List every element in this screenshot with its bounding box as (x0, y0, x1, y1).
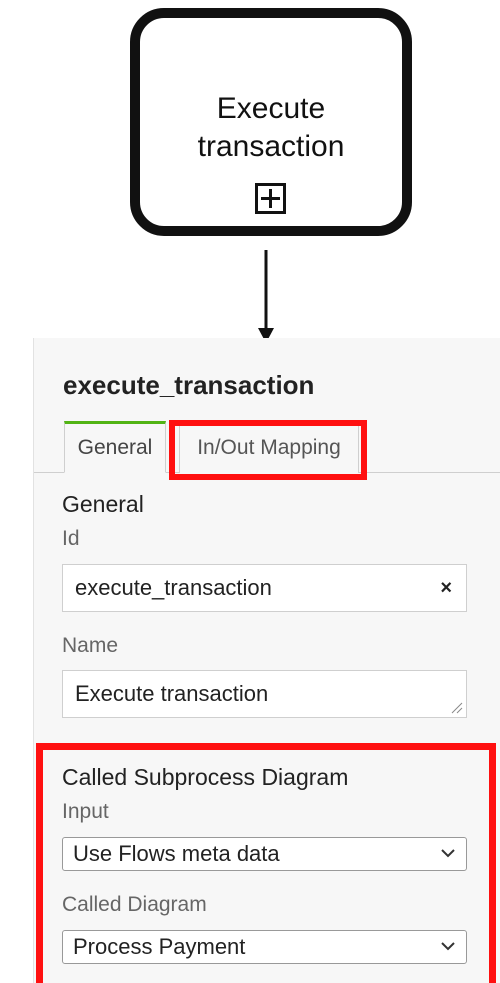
properties-panel: execute_transaction General In/Out Mappi… (33, 338, 500, 983)
plus-square-icon[interactable] (255, 183, 286, 214)
called-subprocess-section-title: Called Subprocess Diagram (62, 764, 349, 790)
task-label: Execute transaction (197, 92, 345, 163)
collapsed-subprocess-task[interactable]: Execute transaction (130, 8, 412, 236)
down-arrow-icon (258, 250, 274, 343)
name-label: Name (62, 634, 119, 657)
general-section-title: General (62, 491, 144, 517)
id-label: Id (62, 527, 80, 550)
name-field[interactable]: Execute transaction (62, 670, 467, 718)
called-diagram-value: Process Payment (73, 934, 246, 959)
called-diagram-label: Called Diagram (62, 893, 207, 916)
input-label: Input (62, 800, 109, 823)
name-value: Execute transaction (75, 681, 269, 706)
input-select[interactable]: Use Flows meta data (62, 837, 467, 871)
input-select-value: Use Flows meta data (73, 841, 280, 866)
chevron-down-icon (441, 942, 455, 951)
resize-grip-icon[interactable] (451, 702, 463, 714)
panel-title: execute_transaction (63, 370, 315, 400)
id-field[interactable]: execute_transaction × (62, 564, 467, 612)
id-value: execute_transaction (75, 575, 272, 600)
tab-in-out-mapping[interactable]: In/Out Mapping (179, 421, 359, 473)
called-diagram-select[interactable]: Process Payment (62, 930, 467, 964)
chevron-down-icon (441, 849, 455, 858)
tab-general[interactable]: General (64, 421, 166, 473)
clear-icon[interactable]: × (440, 577, 452, 600)
